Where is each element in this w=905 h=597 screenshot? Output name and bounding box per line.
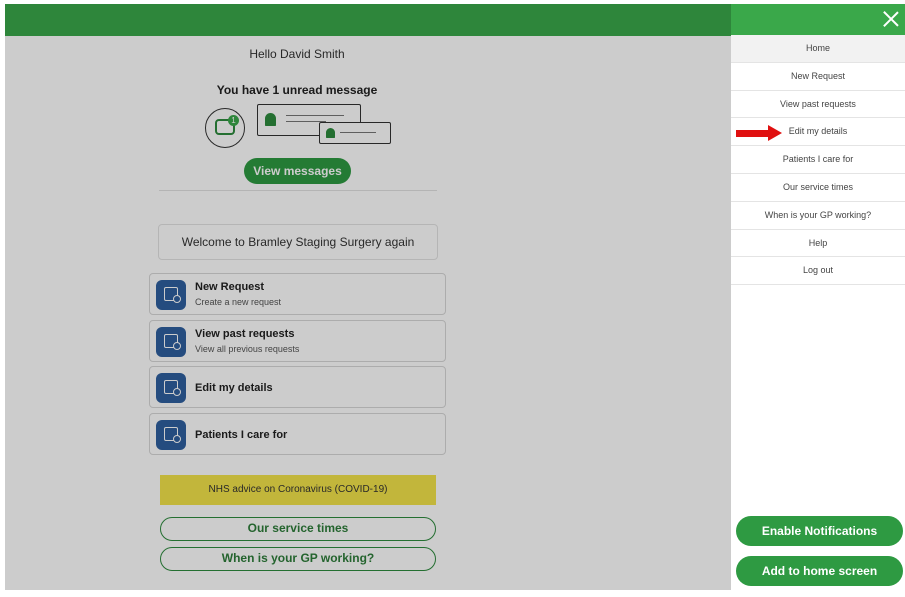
dim-overlay[interactable] xyxy=(5,4,733,590)
enable-notifications-button[interactable]: Enable Notifications xyxy=(736,516,903,546)
side-menu-drawer: Home New Request View past requests Edit… xyxy=(731,4,905,590)
menu-item-patients-i-care-for[interactable]: Patients I care for xyxy=(731,146,905,174)
menu-item-gp-working[interactable]: When is your GP working? xyxy=(731,202,905,230)
close-icon[interactable] xyxy=(882,10,900,28)
menu-item-log-out[interactable]: Log out xyxy=(731,257,905,286)
red-arrow-annotation xyxy=(736,125,782,141)
main-page: Hello David Smith You have 1 unread mess… xyxy=(5,4,733,590)
add-to-home-screen-button[interactable]: Add to home screen xyxy=(736,556,903,586)
menu-item-home[interactable]: Home xyxy=(731,35,905,63)
menu-item-help[interactable]: Help xyxy=(731,230,905,258)
menu-item-our-service-times[interactable]: Our service times xyxy=(731,174,905,202)
menu-item-view-past-requests[interactable]: View past requests xyxy=(731,91,905,119)
drawer-menu: Home New Request View past requests Edit… xyxy=(731,35,905,286)
menu-item-new-request[interactable]: New Request xyxy=(731,63,905,91)
drawer-header xyxy=(731,4,905,35)
